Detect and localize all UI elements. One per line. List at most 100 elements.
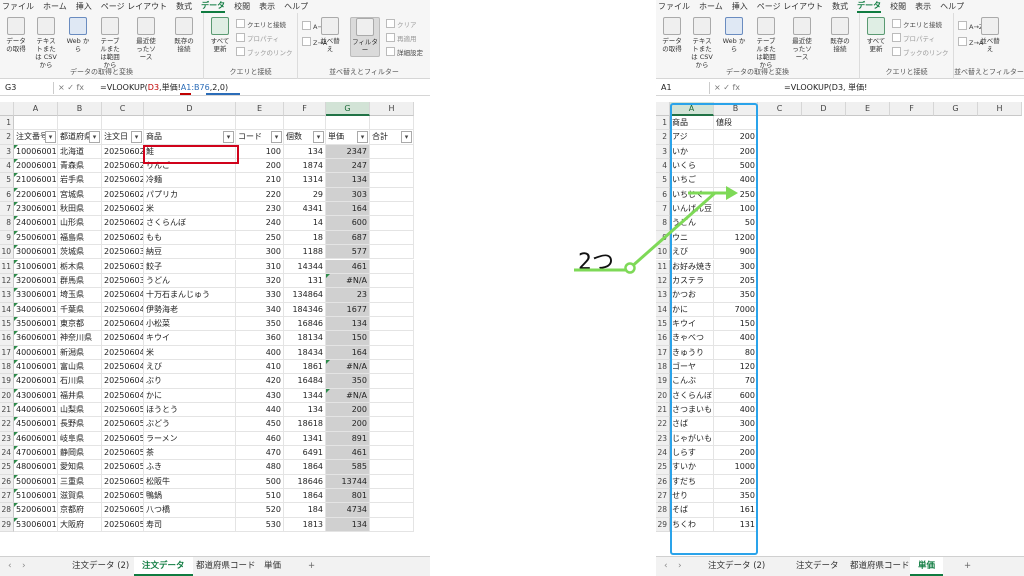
- table-cell[interactable]: 310: [236, 259, 284, 274]
- total-cell[interactable]: [370, 503, 414, 518]
- table-cell[interactable]: パプリカ: [144, 187, 236, 203]
- column-header-g[interactable]: G: [934, 102, 978, 116]
- row-header[interactable]: 11: [0, 259, 14, 274]
- price-cell[interactable]: 687: [326, 230, 370, 246]
- table-cell[interactable]: 4341: [284, 202, 326, 217]
- total-cell[interactable]: [370, 273, 414, 289]
- table-cell[interactable]: 100: [236, 144, 284, 160]
- empty-cell[interactable]: [236, 116, 284, 131]
- table-cell[interactable]: 1341: [284, 431, 326, 447]
- table-cell[interactable]: 20250605: [102, 431, 144, 447]
- row-header[interactable]: 28: [656, 503, 670, 518]
- text-csv-button[interactable]: テキストまたは CSV から: [34, 17, 58, 69]
- table-cell[interactable]: 20250602: [102, 216, 144, 231]
- table-cell[interactable]: 20250603: [102, 245, 144, 260]
- table-cell[interactable]: さくらんぼ: [144, 216, 236, 231]
- total-cell[interactable]: [370, 345, 414, 360]
- row-header[interactable]: 10: [656, 245, 670, 260]
- menu-view[interactable]: 表示: [915, 1, 931, 12]
- table-cell[interactable]: 20250602: [102, 230, 144, 246]
- table-cell[interactable]: 1874: [284, 159, 326, 174]
- table-cell[interactable]: うどん: [144, 273, 236, 289]
- table-cell[interactable]: 36006001: [14, 331, 58, 346]
- table-cell[interactable]: 20250604: [102, 316, 144, 332]
- table-header-cell[interactable]: 合計: [370, 130, 414, 145]
- table-cell[interactable]: 34006001: [14, 302, 58, 317]
- table-cell[interactable]: 131: [284, 273, 326, 289]
- table-cell[interactable]: 1314: [284, 173, 326, 188]
- table-cell[interactable]: 510: [236, 489, 284, 504]
- menu-page-layout[interactable]: ページ レイアウト: [757, 1, 823, 12]
- price-cell[interactable]: 150: [326, 331, 370, 346]
- table-cell[interactable]: 23006001: [14, 202, 58, 217]
- table-cell[interactable]: 20250604: [102, 345, 144, 360]
- sort-button[interactable]: 並べ替え: [978, 17, 1002, 53]
- empty-cell[interactable]: [326, 116, 370, 131]
- table-cell[interactable]: 1864: [284, 460, 326, 475]
- row-header[interactable]: 11: [656, 259, 670, 274]
- row-header[interactable]: 29: [656, 517, 670, 533]
- row-header[interactable]: 23: [656, 431, 670, 447]
- column-header-d[interactable]: D: [802, 102, 846, 116]
- table-cell[interactable]: 16484: [284, 374, 326, 389]
- table-cell[interactable]: 500: [236, 474, 284, 490]
- total-cell[interactable]: [370, 245, 414, 260]
- row-header[interactable]: 26: [656, 474, 670, 490]
- advanced-button[interactable]: 詳細設定: [386, 47, 423, 57]
- table-cell[interactable]: 20250602: [102, 202, 144, 217]
- row-header[interactable]: 14: [656, 302, 670, 317]
- table-cell[interactable]: ラーメン: [144, 431, 236, 447]
- table-cell[interactable]: 210: [236, 173, 284, 188]
- web-button[interactable]: Web から: [722, 17, 746, 53]
- table-cell[interactable]: 20250602: [102, 159, 144, 174]
- table-cell[interactable]: 20250604: [102, 331, 144, 346]
- price-cell[interactable]: 164: [326, 345, 370, 360]
- table-cell[interactable]: 京都府: [58, 503, 102, 518]
- table-cell[interactable]: 20250603: [102, 273, 144, 289]
- row-header[interactable]: 27: [0, 489, 14, 504]
- name-box[interactable]: A1: [658, 82, 710, 94]
- row-header[interactable]: 3: [656, 144, 670, 160]
- text-csv-button[interactable]: テキストまたは CSV から: [690, 17, 714, 69]
- row-header[interactable]: 20: [0, 388, 14, 403]
- price-cell[interactable]: 600: [326, 216, 370, 231]
- table-cell[interactable]: 北海道: [58, 144, 102, 160]
- table-cell[interactable]: 184346: [284, 302, 326, 317]
- table-cell[interactable]: 520: [236, 503, 284, 518]
- table-cell[interactable]: ほうとう: [144, 403, 236, 418]
- refresh-all-button[interactable]: すべて更新: [864, 17, 888, 53]
- table-cell[interactable]: 群馬県: [58, 273, 102, 289]
- table-cell[interactable]: 18: [284, 230, 326, 246]
- recent-sources-button[interactable]: 最近使ったソース: [790, 17, 814, 61]
- table-cell[interactable]: 米: [144, 202, 236, 217]
- table-cell[interactable]: 20250602: [102, 173, 144, 188]
- table-cell[interactable]: 長野県: [58, 417, 102, 432]
- table-cell[interactable]: 410: [236, 359, 284, 375]
- row-header[interactable]: 24: [656, 446, 670, 461]
- menu-formulas[interactable]: 数式: [832, 1, 848, 12]
- table-cell[interactable]: 宮城県: [58, 187, 102, 203]
- price-cell[interactable]: 577: [326, 245, 370, 260]
- row-header[interactable]: 5: [656, 173, 670, 188]
- table-cell[interactable]: 20250604: [102, 374, 144, 389]
- menu-help[interactable]: ヘルプ: [284, 1, 308, 12]
- row-header[interactable]: 13: [0, 288, 14, 303]
- row-header[interactable]: 1: [656, 116, 670, 131]
- row-header[interactable]: 22: [656, 417, 670, 432]
- table-cell[interactable]: 愛知県: [58, 460, 102, 475]
- price-cell[interactable]: 134: [326, 517, 370, 533]
- price-cell[interactable]: 247: [326, 159, 370, 174]
- table-cell[interactable]: 200: [236, 159, 284, 174]
- table-cell[interactable]: 45006001: [14, 417, 58, 432]
- table-cell[interactable]: 10006001: [14, 144, 58, 160]
- table-cell[interactable]: えび: [144, 359, 236, 375]
- table-header-cell[interactable]: コード: [236, 130, 284, 145]
- price-cell[interactable]: 891: [326, 431, 370, 447]
- row-header[interactable]: 14: [0, 302, 14, 317]
- row-header[interactable]: 18: [656, 359, 670, 375]
- tab-order-data-2[interactable]: 注文データ (2): [64, 557, 137, 576]
- table-cell[interactable]: 20250603: [102, 259, 144, 274]
- table-cell[interactable]: 480: [236, 460, 284, 475]
- menu-view[interactable]: 表示: [259, 1, 275, 12]
- reapply-button[interactable]: 再適用: [386, 33, 417, 43]
